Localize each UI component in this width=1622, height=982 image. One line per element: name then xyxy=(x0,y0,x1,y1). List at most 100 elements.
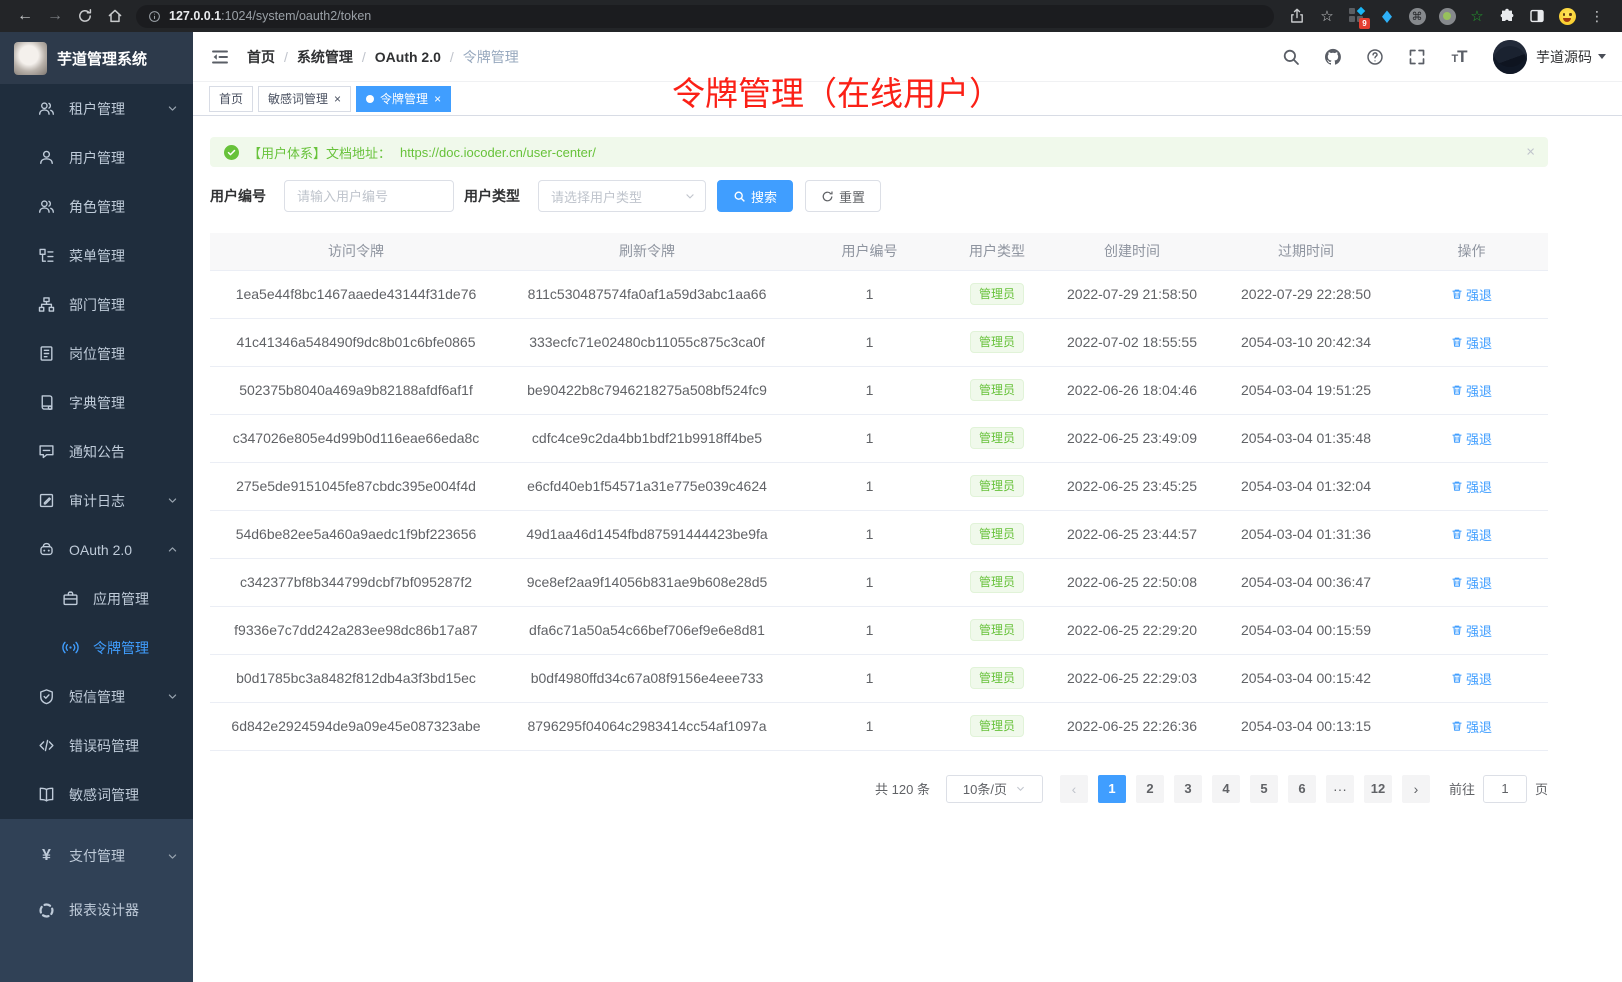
share-icon[interactable] xyxy=(1284,3,1310,29)
sidebar-item-label: 审计日志 xyxy=(69,491,152,511)
access-token-cell: f9336e7c7dd242a283ee98dc86b17a87 xyxy=(210,606,502,654)
page-button-6[interactable]: 6 xyxy=(1288,775,1316,803)
page-button-12[interactable]: 12 xyxy=(1364,775,1392,803)
search-button[interactable]: 搜索 xyxy=(717,180,793,212)
page-button-1[interactable]: 1 xyxy=(1098,775,1126,803)
goto-page-input[interactable] xyxy=(1483,775,1527,803)
force-logout-button[interactable]: 强退 xyxy=(1451,573,1492,592)
breadcrumb-item-3: 令牌管理 xyxy=(463,47,519,67)
page-size-value: 10条/页 xyxy=(963,779,1007,798)
breadcrumb-item-1[interactable]: 系统管理 xyxy=(297,47,353,67)
sidebar-fold-icon[interactable] xyxy=(209,46,231,68)
address-bar[interactable]: 127.0.0.1:1024/system/oauth2/token xyxy=(136,5,1274,28)
force-logout-button[interactable]: 强退 xyxy=(1451,525,1492,544)
user-type-cell: 管理员 xyxy=(947,462,1047,510)
sidebar-item-sms[interactable]: 短信管理 xyxy=(0,672,193,721)
sidebar-item-notice[interactable]: 通知公告 xyxy=(0,427,193,476)
puzzle-icon[interactable] xyxy=(1494,3,1520,29)
alert-close-icon[interactable]: × xyxy=(1526,144,1535,161)
sidebar-item-tenant[interactable]: 租户管理 xyxy=(0,84,193,133)
back-icon[interactable]: ← xyxy=(12,3,38,29)
split-view-icon[interactable] xyxy=(1524,3,1550,29)
green-star-icon[interactable]: ☆ xyxy=(1464,3,1490,29)
home-icon[interactable] xyxy=(102,3,128,29)
force-logout-button[interactable]: 强退 xyxy=(1451,285,1492,304)
tab-2[interactable]: 令牌管理× xyxy=(356,86,451,112)
page-button-5[interactable]: 5 xyxy=(1250,775,1278,803)
search-icon[interactable] xyxy=(1281,47,1301,67)
sidebar-item-dept[interactable]: 部门管理 xyxy=(0,280,193,329)
created-cell: 2022-06-25 23:45:25 xyxy=(1047,462,1217,510)
sidebar-item-role[interactable]: 角色管理 xyxy=(0,182,193,231)
reset-button[interactable]: 重置 xyxy=(805,180,881,212)
next-page-button[interactable]: › xyxy=(1402,775,1430,803)
prev-page-button[interactable]: ‹ xyxy=(1060,775,1088,803)
fullscreen-icon[interactable] xyxy=(1407,47,1427,67)
sidebar-item-label: 用户管理 xyxy=(69,148,179,168)
kebab-menu-icon[interactable]: ⋮ xyxy=(1584,3,1610,29)
refresh-token-cell: e6cfd40eb1f54571a31e775e039c4624 xyxy=(502,462,792,510)
page-button-3[interactable]: 3 xyxy=(1174,775,1202,803)
total-count: 共 120 条 xyxy=(875,779,930,798)
force-logout-label: 强退 xyxy=(1466,525,1492,544)
user-name[interactable]: 芋道源码 xyxy=(1536,47,1592,67)
sidebar-item-label: 令牌管理 xyxy=(93,638,179,658)
record-circle-icon[interactable] xyxy=(1434,3,1460,29)
tab-1[interactable]: 敏感词管理× xyxy=(258,86,351,112)
sidebar-item-report[interactable]: 报表设计器 xyxy=(0,883,193,937)
force-logout-button[interactable]: 强退 xyxy=(1451,429,1492,448)
gem-icon[interactable]: ◆ xyxy=(1374,3,1400,29)
sidebar-item-dict[interactable]: 字典管理 xyxy=(0,378,193,427)
emoji-icon[interactable] xyxy=(1554,3,1580,29)
force-logout-label: 强退 xyxy=(1466,333,1492,352)
users-icon xyxy=(38,100,55,117)
force-logout-button[interactable]: 强退 xyxy=(1451,717,1492,736)
force-logout-button[interactable]: 强退 xyxy=(1451,477,1492,496)
alert-doc-link[interactable]: https://doc.iocoder.cn/user-center/ xyxy=(400,145,596,160)
breadcrumb-item-2[interactable]: OAuth 2.0 xyxy=(375,49,441,65)
page-size-select[interactable]: 10条/页 xyxy=(946,775,1043,803)
forward-icon[interactable]: → xyxy=(42,3,68,29)
user-type-select[interactable]: 请选择用户类型 xyxy=(538,180,706,212)
app-logo[interactable]: 芋道管理系统 xyxy=(0,32,193,84)
sidebar-item-errcode[interactable]: 错误码管理 xyxy=(0,721,193,770)
breadcrumb-item-0[interactable]: 首页 xyxy=(247,47,275,67)
force-logout-button[interactable]: 强退 xyxy=(1451,381,1492,400)
bookmark-star-icon[interactable]: ☆ xyxy=(1314,3,1340,29)
sidebar-item-user[interactable]: 用户管理 xyxy=(0,133,193,182)
site-info-icon[interactable] xyxy=(148,10,161,23)
sidebar-item-label: 支付管理 xyxy=(69,846,152,866)
command-circle-icon[interactable]: ⌘ xyxy=(1404,3,1430,29)
sidebar-item-audit[interactable]: 审计日志 xyxy=(0,476,193,525)
user-id-input[interactable] xyxy=(284,180,454,212)
sidebar-item-sensitive[interactable]: 敏感词管理 xyxy=(0,770,193,819)
user-menu-caret-icon[interactable] xyxy=(1598,54,1606,59)
force-logout-button[interactable]: 强退 xyxy=(1451,669,1492,688)
sidebar-item-oauth2[interactable]: OAuth 2.0 xyxy=(0,525,193,574)
extensions-grid-icon[interactable]: 9 xyxy=(1344,3,1370,29)
user-type-cell: 管理员 xyxy=(947,318,1047,366)
tab-close-icon[interactable]: × xyxy=(334,93,341,105)
force-logout-button[interactable]: 强退 xyxy=(1451,333,1492,352)
help-icon[interactable] xyxy=(1365,47,1385,67)
sidebar-item-post[interactable]: 岗位管理 xyxy=(0,329,193,378)
sidebar-item-oauth2-app[interactable]: 应用管理 xyxy=(0,574,193,623)
tab-0[interactable]: 首页 xyxy=(209,86,253,112)
user-icon xyxy=(38,149,55,166)
github-icon[interactable] xyxy=(1323,47,1343,67)
font-size-icon[interactable]: TT xyxy=(1449,47,1469,67)
sidebar-item-pay[interactable]: ¥支付管理 xyxy=(0,829,193,883)
sidebar-item-oauth2-token[interactable]: 令牌管理 xyxy=(0,623,193,672)
created-cell: 2022-07-02 18:55:55 xyxy=(1047,318,1217,366)
user-id-cell: 1 xyxy=(792,270,947,318)
page-button-2[interactable]: 2 xyxy=(1136,775,1164,803)
sidebar-item-menu[interactable]: 菜单管理 xyxy=(0,231,193,280)
tab-close-icon[interactable]: × xyxy=(434,93,441,105)
reload-icon[interactable] xyxy=(72,3,98,29)
url-path: :1024/system/oauth2/token xyxy=(221,9,371,23)
expires-cell: 2022-07-29 22:28:50 xyxy=(1217,270,1395,318)
force-logout-button[interactable]: 强退 xyxy=(1451,621,1492,640)
page-button-4[interactable]: 4 xyxy=(1212,775,1240,803)
user-avatar[interactable] xyxy=(1493,40,1527,74)
page-ellipsis[interactable]: ··· xyxy=(1326,775,1354,803)
